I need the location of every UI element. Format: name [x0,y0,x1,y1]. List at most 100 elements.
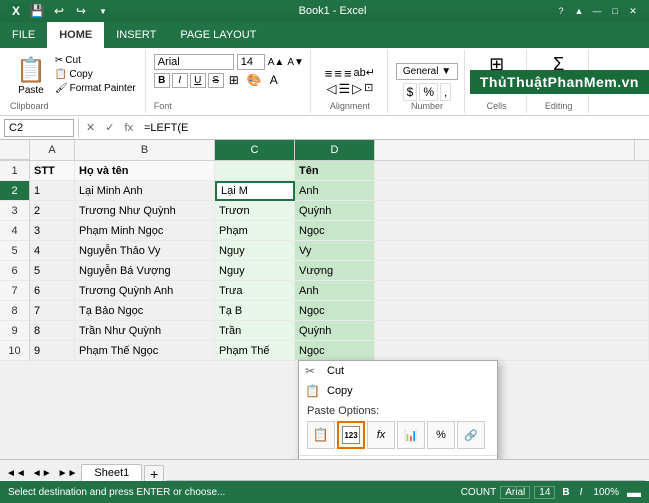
format-painter-button[interactable]: 🖌 Format Painter [52,82,139,95]
cell-D2[interactable]: Anh [295,181,375,201]
tab-file[interactable]: FILE [0,22,47,48]
quick-access-redo[interactable]: ↪ [72,2,90,20]
paste-opt-formula[interactable]: fx [367,421,395,449]
cell-B3[interactable]: Trương Như Quỳnh [75,201,215,221]
cell-C5[interactable]: Nguy [215,241,295,261]
scroll-right-tab[interactable]: ◄► [30,466,54,481]
paste-opt-values[interactable]: 123 [337,421,365,449]
cell-A8[interactable]: 7 [30,301,75,321]
strikethrough-button[interactable]: S [208,73,224,88]
insert-function-button[interactable]: fx [121,122,136,134]
cell-C9[interactable]: Trần [215,321,295,341]
cell-D6[interactable]: Vượng [295,261,375,281]
col-header-A[interactable]: A [30,140,75,160]
bold-button[interactable]: B [154,73,170,88]
cell-C4[interactable]: Phạm [215,221,295,241]
cell-B5[interactable]: Nguyễn Thảo Vy [75,241,215,261]
font-color-button[interactable]: A [267,72,281,88]
confirm-formula-button[interactable]: ✓ [102,121,117,134]
cell-C1[interactable] [215,161,295,181]
cell-B1[interactable]: Họ và tên [75,161,215,181]
window-help[interactable]: ? [553,4,569,18]
tab-page-layout[interactable]: PAGE LAYOUT [168,22,268,48]
cell-B8[interactable]: Tạ Bảo Ngọc [75,301,215,321]
cell-D5[interactable]: Vy [295,241,375,261]
cell-D9[interactable]: Quỳnh [295,321,375,341]
cell-C2[interactable]: Lại M [215,181,295,201]
cell-A7[interactable]: 6 [30,281,75,301]
cell-A10[interactable]: 9 [30,341,75,361]
cell-A2[interactable]: 1 [30,181,75,201]
font-size-decrease[interactable]: A▼ [287,57,304,68]
percent-icon[interactable]: % [419,83,438,101]
cell-B9[interactable]: Trần Như Quỳnh [75,321,215,341]
window-minimize[interactable]: — [589,4,605,18]
cell-C10[interactable]: Phạm Thế [215,341,295,361]
align-bottom-icon[interactable]: ≡ [344,66,352,81]
font-size-increase[interactable]: A▲ [268,57,285,68]
font-size-input[interactable] [237,54,265,70]
cell-C6[interactable]: Nguy [215,261,295,281]
scroll-left-tab[interactable]: ◄◄ [4,466,28,481]
cell-D4[interactable]: Ngọc [295,221,375,241]
cell-C7[interactable]: Trưa [215,281,295,301]
italic-status-btn[interactable]: I [577,487,586,498]
cell-D7[interactable]: Anh [295,281,375,301]
cell-D1[interactable]: Tên [295,161,375,181]
fill-color-button[interactable]: 🎨 [244,72,265,88]
paste-opt-clipboard[interactable]: 📋 [307,421,335,449]
sheet-tab-sheet1[interactable]: Sheet1 [81,464,142,481]
add-sheet-button[interactable]: + [144,465,164,481]
cell-A5[interactable]: 4 [30,241,75,261]
cell-B2[interactable]: Lại Minh Anh [75,181,215,201]
col-header-C[interactable]: C [215,140,295,160]
align-left-icon[interactable]: ◁ [326,81,336,97]
cancel-formula-button[interactable]: ✕ [83,121,98,134]
scroll-last-tab[interactable]: ►► [56,466,80,481]
window-ribbon-collapse[interactable]: ▲ [571,4,587,18]
cut-button[interactable]: ✂ Cut [52,54,139,67]
zoom-slider[interactable]: ▬ [627,484,641,500]
formula-input[interactable] [140,120,645,136]
context-menu-cut[interactable]: ✂ Cut [299,361,497,381]
insert-cells-button[interactable]: ⊞ Insert [481,52,512,87]
cell-B4[interactable]: Phạm Minh Ngọc [75,221,215,241]
cell-A9[interactable]: 8 [30,321,75,341]
context-menu-copy[interactable]: 📋 Copy [299,381,497,401]
cell-B6[interactable]: Nguyễn Bá Vượng [75,261,215,281]
cell-B7[interactable]: Trương Quỳnh Anh [75,281,215,301]
paste-opt-percent[interactable]: % [427,421,455,449]
cell-A1[interactable]: STT [30,161,75,181]
wrap-text-icon[interactable]: ab↵ [354,66,375,81]
underline-button[interactable]: U [190,73,206,88]
tab-insert[interactable]: INSERT [104,22,168,48]
align-center-icon[interactable]: ☰ [338,81,350,97]
quick-access-undo[interactable]: ↩ [50,2,68,20]
paste-opt-chart[interactable]: 📊 [397,421,425,449]
number-format-dropdown[interactable]: General ▼ [396,63,458,80]
cell-C8[interactable]: Tạ B [215,301,295,321]
align-middle-icon[interactable]: ≡ [334,66,342,81]
window-close[interactable]: ✕ [625,4,641,18]
cell-A4[interactable]: 3 [30,221,75,241]
cell-C3[interactable]: Trươn [215,201,295,221]
col-header-B[interactable]: B [75,140,215,160]
font-name-input[interactable] [154,54,234,70]
align-right-icon[interactable]: ▷ [352,81,362,97]
border-button[interactable]: ⊞ [226,72,242,88]
comma-icon[interactable]: , [440,83,451,101]
cell-B10[interactable]: Phạm Thế Ngọc [75,341,215,361]
cell-D8[interactable]: Ngọc [295,301,375,321]
quick-access-dropdown[interactable]: ▼ [94,2,112,20]
editing-button[interactable]: Σ Editing [541,52,577,87]
align-top-icon[interactable]: ≡ [325,66,333,81]
copy-button[interactable]: 📋 Copy [52,68,139,81]
bold-status-btn[interactable]: B [559,487,572,498]
name-box[interactable] [4,119,74,137]
currency-icon[interactable]: $ [403,83,418,101]
cell-A3[interactable]: 2 [30,201,75,221]
cell-D10[interactable]: Ngọc [295,341,375,361]
window-maximize[interactable]: □ [607,4,623,18]
quick-access-save[interactable]: 💾 [28,2,46,20]
col-header-D[interactable]: D [295,140,375,160]
